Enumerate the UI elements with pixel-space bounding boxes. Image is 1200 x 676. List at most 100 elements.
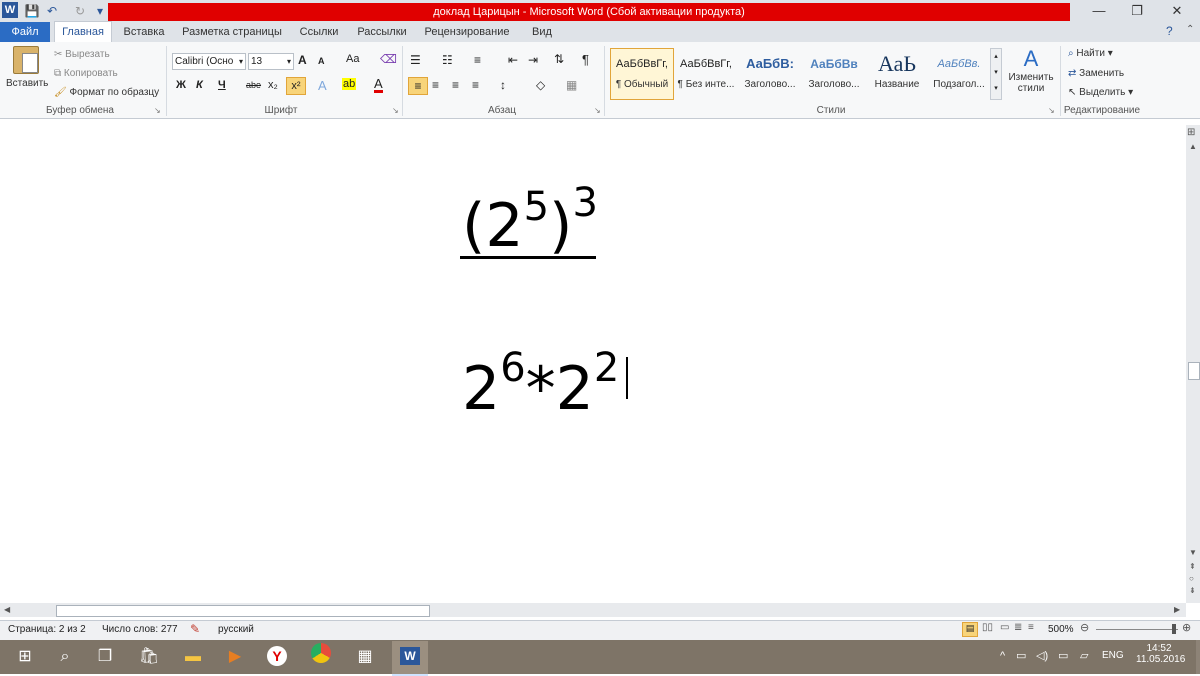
copy-button[interactable]: ⧉ Копировать <box>54 68 118 79</box>
multilevel-list-icon[interactable]: ≡ <box>474 53 481 67</box>
battery-icon[interactable]: ▭ <box>1016 649 1026 662</box>
subscript-button[interactable]: x₂ <box>268 79 278 91</box>
bullets-icon[interactable]: ☰ <box>410 53 421 67</box>
style-no-spacing[interactable]: АаБбВвГг, ¶ Без инте... <box>674 48 738 100</box>
equation-power-of-power[interactable]: (25)3 <box>462 180 598 261</box>
grow-font-button[interactable]: A <box>298 53 307 67</box>
cut-button[interactable]: ✂ Вырезать <box>54 49 110 60</box>
yandex-browser-icon[interactable]: Y <box>262 643 292 671</box>
zoom-slider-thumb[interactable] <box>1172 624 1176 634</box>
scroll-up-icon[interactable]: ▲ <box>1189 142 1197 151</box>
tab-page-layout[interactable]: Разметка страницы <box>178 22 286 42</box>
close-button[interactable]: ✕ <box>1160 0 1194 22</box>
notifications-icon[interactable]: ▱ <box>1080 649 1088 662</box>
font-size-combo[interactable]: 13 ▾ <box>248 53 294 70</box>
zoom-slider[interactable] <box>1096 629 1178 630</box>
save-icon[interactable]: 💾 <box>24 3 40 19</box>
redo-icon[interactable]: ↻ <box>72 3 88 19</box>
borders-icon[interactable]: ▦ <box>566 78 577 92</box>
align-left-icon[interactable]: ≡ <box>408 77 428 95</box>
paragraph-launcher-icon[interactable]: ↘ <box>594 106 601 115</box>
word-taskbar-button[interactable]: W <box>392 641 428 676</box>
styles-launcher-icon[interactable]: ↘ <box>1048 106 1055 115</box>
ruler-toggle-icon[interactable]: ⊞ <box>1187 127 1195 138</box>
line-spacing-icon[interactable]: ↕ <box>500 78 506 92</box>
horizontal-scroll-thumb[interactable] <box>56 605 430 617</box>
collapse-ribbon-icon[interactable]: ⌃ <box>1186 24 1194 35</box>
show-desktop-button[interactable] <box>1196 640 1200 674</box>
outline-icon[interactable]: ≣ <box>1014 622 1022 633</box>
style-normal[interactable]: АаБбВвГг, ¶ Обычный <box>610 48 674 100</box>
align-right-icon[interactable]: ≡ <box>452 78 459 92</box>
increase-indent-icon[interactable]: ⇥ <box>528 53 538 67</box>
media-player-icon[interactable]: ▶ <box>220 643 250 671</box>
tab-home[interactable]: Главная <box>54 21 112 42</box>
tab-review[interactable]: Рецензирование <box>418 22 516 42</box>
find-button[interactable]: ⌕ Найти ▾ <box>1068 48 1113 59</box>
input-language[interactable]: ENG <box>1102 650 1124 661</box>
underline-button[interactable]: Ч <box>218 79 226 91</box>
search-icon[interactable]: ⌕ <box>50 643 80 671</box>
vertical-scroll-thumb[interactable] <box>1188 362 1200 380</box>
restore-button[interactable]: ❐ <box>1120 0 1154 22</box>
show-marks-button[interactable]: ¶ <box>582 52 589 67</box>
replace-button[interactable]: ⇄ Заменить <box>1068 68 1124 79</box>
scroll-down-icon[interactable]: ▼ <box>1189 548 1197 557</box>
italic-button[interactable]: К <box>196 79 203 91</box>
file-explorer-icon[interactable]: ▬ <box>178 643 208 671</box>
undo-icon[interactable]: ↶ <box>44 3 60 19</box>
style-heading-2[interactable]: АаБбВв Заголово... <box>802 48 866 100</box>
decrease-indent-icon[interactable]: ⇤ <box>508 53 518 67</box>
tab-insert[interactable]: Вставка <box>116 22 172 42</box>
font-name-combo[interactable]: Calibri (Осно ▾ <box>172 53 246 70</box>
tab-file[interactable]: Файл <box>0 22 50 42</box>
change-styles-button[interactable]: A Изменить стили <box>1006 46 1056 94</box>
superscript-button[interactable]: x² <box>286 77 306 95</box>
prev-page-icon[interactable]: ⇞ <box>1189 562 1196 571</box>
bold-button[interactable]: Ж <box>176 79 186 91</box>
shading-icon[interactable]: ◇ <box>536 78 545 92</box>
font-color-icon[interactable]: A <box>374 77 383 93</box>
task-view-icon[interactable]: ❐ <box>90 643 120 671</box>
page-count[interactable]: Страница: 2 из 2 <box>8 624 86 635</box>
zoom-level[interactable]: 500% <box>1048 624 1074 635</box>
chrome-like-browser-icon[interactable] <box>306 643 336 671</box>
network-icon[interactable]: ▭ <box>1058 649 1068 662</box>
next-page-icon[interactable]: ⇟ <box>1189 586 1196 595</box>
scroll-right-icon[interactable]: ▶ <box>1174 605 1180 614</box>
equation-product[interactable]: 26*22 <box>462 345 619 425</box>
minimize-button[interactable]: — <box>1082 0 1116 22</box>
align-center-icon[interactable]: ≡ <box>432 78 439 92</box>
full-screen-reading-icon[interactable]: ▯▯ <box>982 622 993 633</box>
clock[interactable]: 14:52 11.05.2016 <box>1136 643 1185 665</box>
web-layout-icon[interactable]: ▭ <box>1000 622 1009 633</box>
change-case-button[interactable]: Aa <box>346 53 359 65</box>
font-launcher-icon[interactable]: ↘ <box>392 106 399 115</box>
tab-mailings[interactable]: Рассылки <box>352 22 412 42</box>
format-painter-button[interactable]: 🖌 Формат по образцу <box>54 87 159 98</box>
numbering-icon[interactable]: ☷ <box>442 53 453 67</box>
tray-chevron-icon[interactable]: ^ <box>1000 650 1005 662</box>
zoom-out-icon[interactable]: ⊖ <box>1080 621 1089 634</box>
sort-icon[interactable]: ⇅ <box>554 52 564 66</box>
customize-qat-icon[interactable]: ▾ <box>92 3 108 19</box>
zoom-in-icon[interactable]: ⊕ <box>1182 621 1191 634</box>
language-indicator[interactable]: русский <box>218 624 254 635</box>
browse-object-icon[interactable]: ○ <box>1189 574 1194 583</box>
scroll-left-icon[interactable]: ◀ <box>4 605 10 614</box>
highlight-icon[interactable]: ab <box>342 78 357 90</box>
justify-icon[interactable]: ≡ <box>472 78 479 92</box>
paste-button[interactable]: Вставить <box>6 46 48 102</box>
volume-icon[interactable]: ◁) <box>1036 649 1048 662</box>
styles-scroll[interactable]: ▴ ▾ ▾ <box>990 48 1002 100</box>
style-heading-1[interactable]: АаБбВ: Заголово... <box>738 48 802 100</box>
style-subtitle[interactable]: АаБбВв. Подзагол... <box>928 48 990 100</box>
tab-view[interactable]: Вид <box>522 22 562 42</box>
help-icon[interactable]: ? <box>1166 24 1173 38</box>
shrink-font-button[interactable]: A <box>318 56 325 66</box>
calculator-icon[interactable]: ▦ <box>350 643 380 671</box>
clear-format-icon[interactable]: ⌫ <box>380 52 397 66</box>
clipboard-launcher-icon[interactable]: ↘ <box>154 106 161 115</box>
draft-icon[interactable]: ≡ <box>1028 622 1034 633</box>
print-layout-icon[interactable]: ▤ <box>962 622 978 637</box>
